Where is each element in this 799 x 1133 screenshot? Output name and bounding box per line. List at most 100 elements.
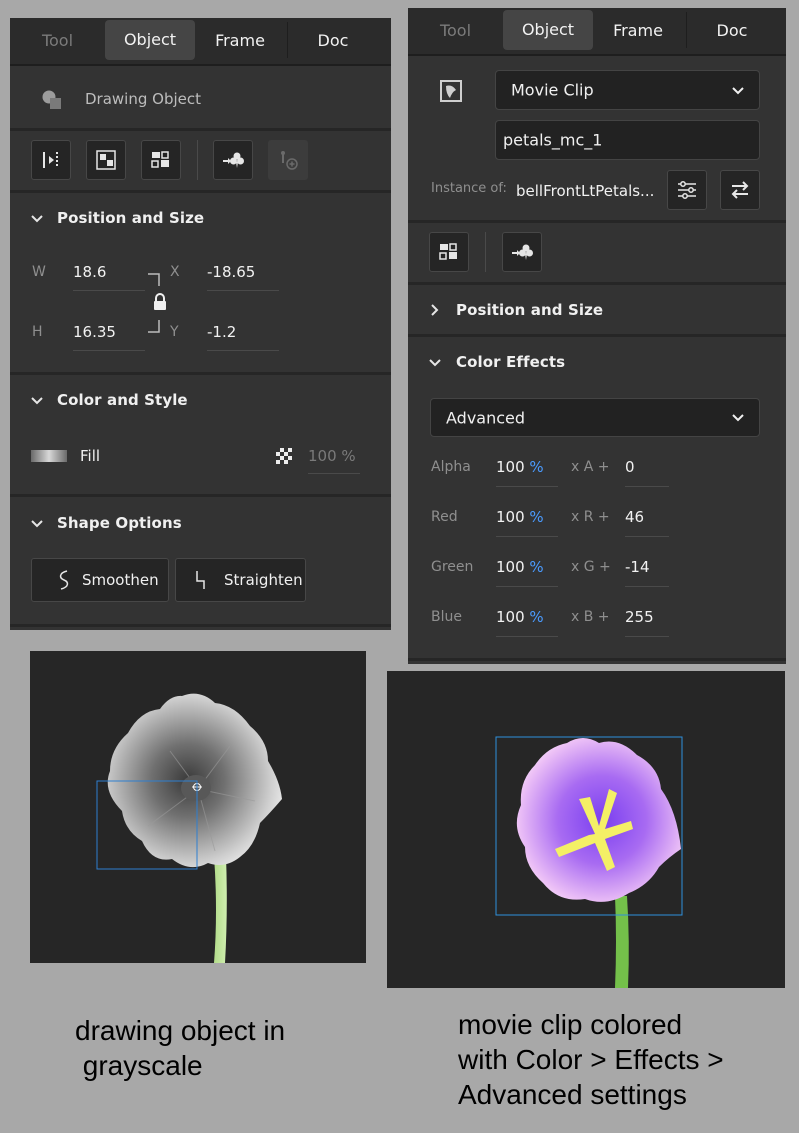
checkerboard-alpha-icon — [276, 448, 292, 464]
align-icon — [43, 152, 58, 168]
add-to-library-icon — [281, 151, 298, 170]
stage-movie-clip[interactable] — [387, 671, 785, 988]
drawing-object-icon — [40, 88, 64, 112]
advanced-row-alpha: Alpha 100 % x A + 0 — [408, 458, 786, 498]
smoothen-label: Smoothen — [82, 571, 159, 589]
break-apart-icon — [439, 243, 457, 260]
fill-alpha-input[interactable]: 100 % — [308, 447, 356, 465]
tab-doc[interactable]: Doc — [288, 18, 378, 64]
tab-bar: Tool Object Frame Doc — [408, 8, 786, 56]
colored-flower-illustration[interactable] — [387, 671, 785, 988]
tab-frame[interactable]: Frame — [593, 8, 683, 54]
advanced-row-red: Red 100 % x R + 46 — [408, 508, 786, 548]
break-apart-button[interactable] — [429, 232, 469, 272]
add-to-library-button[interactable] — [268, 140, 308, 180]
movie-clip-icon — [438, 78, 464, 104]
instance-name-input[interactable]: petals_mc_1 — [495, 120, 760, 160]
caption-right-line-3: Advanced settings — [458, 1079, 687, 1110]
height-input[interactable]: 16.35 — [73, 323, 116, 341]
straighten-button[interactable]: Straighten — [175, 558, 306, 602]
advanced-row-blue: Blue 100 % x B + 255 — [408, 608, 786, 648]
lock-icon[interactable] — [152, 293, 168, 311]
green-percent-input[interactable]: 100 % — [496, 558, 544, 576]
convert-to-symbol-icon — [512, 244, 533, 260]
blue-label: Blue — [431, 609, 462, 625]
align-button[interactable] — [31, 140, 71, 180]
collapse-chevron-icon[interactable] — [29, 393, 45, 409]
y-input[interactable]: -1.2 — [207, 323, 236, 341]
swap-icon — [731, 181, 749, 199]
alpha-label: Alpha — [431, 459, 471, 475]
properties-panel-movie-clip: Tool Object Frame Doc Movie Clip petals_… — [408, 8, 786, 664]
grayscale-flower-illustration[interactable] — [30, 651, 366, 963]
expand-chevron-icon[interactable] — [427, 302, 443, 318]
sliders-icon — [678, 181, 696, 199]
chevron-down-icon — [732, 414, 744, 422]
width-input[interactable]: 18.6 — [73, 263, 106, 281]
properties-panel-drawing-object: Tool Object Frame Doc Drawing Object Pos… — [10, 18, 391, 630]
caption-right: movie clip colored with Color > Effects … — [458, 1007, 724, 1112]
instance-of-value[interactable]: bellFrontLtPetals... — [516, 182, 654, 200]
caption-left-line-1: drawing object in — [75, 1015, 286, 1046]
collapse-chevron-icon[interactable] — [29, 211, 45, 227]
tab-object[interactable]: Object — [503, 10, 593, 50]
tab-object[interactable]: Object — [105, 20, 195, 60]
w-label: W — [32, 264, 46, 280]
convert-to-symbol-button[interactable] — [213, 140, 253, 180]
alpha-offset-input[interactable]: 0 — [625, 458, 635, 476]
color-effect-mode-dropdown[interactable]: Advanced — [430, 398, 760, 437]
tab-tool[interactable]: Tool — [408, 8, 503, 54]
collapse-chevron-icon[interactable] — [427, 355, 443, 371]
tab-frame[interactable]: Frame — [195, 18, 285, 64]
alpha-op-label: x A + — [571, 459, 610, 475]
straighten-label: Straighten — [224, 571, 303, 589]
group-icon — [96, 150, 116, 170]
red-offset-input[interactable]: 46 — [625, 508, 644, 526]
object-type-label: Drawing Object — [85, 90, 201, 108]
chevron-down-icon — [732, 87, 744, 95]
convert-to-symbol-button[interactable] — [502, 232, 542, 272]
caption-left-line-2: grayscale — [75, 1050, 203, 1081]
tab-doc[interactable]: Doc — [687, 8, 777, 54]
shape-options-title[interactable]: Shape Options — [57, 514, 182, 532]
break-apart-button[interactable] — [141, 140, 181, 180]
instance-name-value: petals_mc_1 — [503, 130, 603, 150]
green-label: Green — [431, 559, 474, 575]
fill-label: Fill — [80, 447, 101, 465]
red-label: Red — [431, 509, 458, 525]
stage-drawing-object[interactable] — [30, 651, 366, 963]
green-op-label: x G + — [571, 559, 611, 575]
y-label: Y — [170, 324, 179, 340]
blue-offset-input[interactable]: 255 — [625, 608, 654, 626]
symbol-settings-button[interactable] — [667, 170, 707, 210]
convert-to-object-button[interactable] — [86, 140, 126, 180]
fill-swatch[interactable] — [31, 450, 67, 462]
blue-percent-input[interactable]: 100 % — [496, 608, 544, 626]
x-input[interactable]: -18.65 — [207, 263, 255, 281]
smoothen-icon — [59, 570, 69, 590]
convert-to-symbol-icon — [223, 152, 244, 168]
color-effects-title[interactable]: Color Effects — [456, 353, 565, 371]
symbol-type-value: Movie Clip — [511, 80, 594, 100]
swap-symbol-button[interactable] — [720, 170, 760, 210]
tab-bar: Tool Object Frame Doc — [10, 18, 391, 66]
red-percent-input[interactable]: 100 % — [496, 508, 544, 526]
caption-right-line-2: with Color > Effects > — [458, 1044, 724, 1075]
h-label: H — [32, 324, 43, 340]
position-size-title[interactable]: Position and Size — [456, 301, 603, 319]
instance-of-label: Instance of: — [431, 181, 507, 196]
color-effect-mode-value: Advanced — [446, 408, 526, 427]
smoothen-button[interactable]: Smoothen — [31, 558, 169, 602]
green-offset-input[interactable]: -14 — [625, 558, 650, 576]
position-size-title[interactable]: Position and Size — [57, 209, 204, 227]
caption-left: drawing object in grayscale — [75, 1013, 285, 1083]
x-label: X — [170, 264, 180, 280]
straighten-icon — [196, 571, 205, 589]
collapse-chevron-icon[interactable] — [29, 516, 45, 532]
caption-right-line-1: movie clip colored — [458, 1009, 683, 1040]
symbol-type-dropdown[interactable]: Movie Clip — [495, 70, 760, 110]
color-style-title[interactable]: Color and Style — [57, 391, 188, 409]
blue-op-label: x B + — [571, 609, 610, 625]
tab-tool[interactable]: Tool — [10, 18, 105, 64]
alpha-percent-input[interactable]: 100 % — [496, 458, 544, 476]
